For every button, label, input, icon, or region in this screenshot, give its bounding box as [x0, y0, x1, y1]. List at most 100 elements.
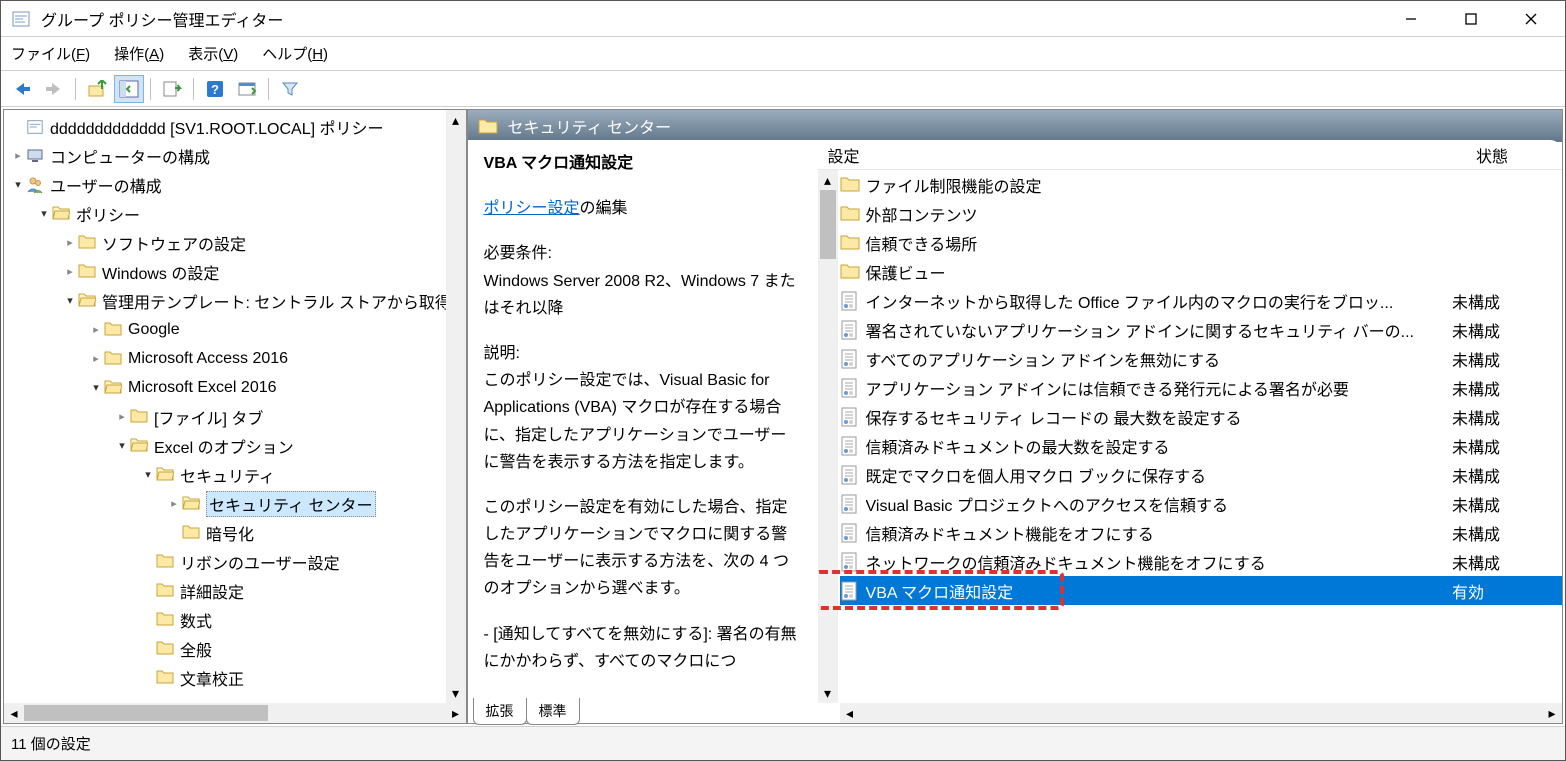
list-row[interactable]: ファイル制限機能の設定 — [840, 170, 1562, 199]
tree-item-admin[interactable]: ▾ 管理用テンプレート: セントラル ストアから取得 — [4, 286, 466, 315]
window-title: グループ ポリシー管理エディター — [41, 7, 1381, 31]
up-level-button[interactable] — [82, 75, 112, 103]
tree-item-windows[interactable]: ▸ Windows の設定 — [4, 257, 466, 286]
tree-vertical-scrollbar[interactable]: ▴ ▾ — [446, 110, 466, 703]
list-row[interactable]: 署名されていないアプリケーション アドインに関するセキュリティ バーの...未構… — [840, 315, 1562, 344]
tree-item-label: 管理用テンプレート: セントラル ストアから取得 — [102, 289, 451, 313]
menu-help[interactable]: ヘルプ(H) — [262, 43, 328, 64]
tree-item-software[interactable]: ▸ソフトウェアの設定 — [4, 228, 466, 257]
scroll-left-icon[interactable]: ◂ — [4, 703, 24, 723]
tree-item-label: ddddddddddddd [SV1.ROOT.LOCAL] ポリシー — [50, 115, 384, 139]
scroll-up-icon[interactable]: ▴ — [446, 110, 466, 130]
column-state-header[interactable]: 状態 — [1422, 143, 1562, 167]
folder-icon — [840, 233, 860, 253]
tree-node-icon — [156, 669, 174, 687]
expand-icon[interactable]: ▸ — [88, 323, 104, 336]
setting-icon — [840, 465, 860, 485]
properties-button[interactable] — [232, 75, 262, 103]
tree-item-filetab[interactable]: ▸[ファイル] タブ — [4, 402, 466, 431]
list-row[interactable]: 外部コンテンツ — [840, 199, 1562, 228]
tree-item-google[interactable]: ▸Google — [4, 315, 466, 344]
folder-icon — [840, 204, 860, 224]
expand-icon[interactable]: ▾ — [10, 178, 26, 191]
tree-node-icon — [182, 524, 200, 542]
tree-item-seccenter[interactable]: ▸セキュリティ センター — [4, 489, 466, 518]
setting-name: 署名されていないアプリケーション アドインに関するセキュリティ バーの... — [866, 318, 1422, 342]
list-row[interactable]: 保存するセキュリティ レコードの 最大数を設定する未構成 — [840, 402, 1562, 431]
list-row[interactable]: Visual Basic プロジェクトへのアクセスを信頼する未構成 — [840, 489, 1562, 518]
expand-icon[interactable]: ▸ — [166, 497, 182, 510]
maximize-button[interactable] — [1441, 1, 1501, 37]
back-button[interactable] — [7, 75, 37, 103]
list-row[interactable]: 既定でマクロを個人用マクロ ブックに保存する未構成 — [840, 460, 1562, 489]
list-row[interactable]: すべてのアプリケーション アドインを無効にする未構成 — [840, 344, 1562, 373]
list-row[interactable]: 信頼済みドキュメント機能をオフにする未構成 — [840, 518, 1562, 547]
tree-item-security[interactable]: ▾セキュリティ — [4, 460, 466, 489]
expand-icon[interactable]: ▸ — [62, 236, 78, 249]
tree-item-user[interactable]: ▾ユーザーの構成 — [4, 170, 466, 199]
tree-node-icon — [182, 495, 200, 513]
tree-item-detail[interactable]: 詳細設定 — [4, 576, 466, 605]
list-row[interactable]: 信頼できる場所 — [840, 228, 1562, 257]
setting-icon — [840, 320, 860, 340]
list-row[interactable]: 信頼済みドキュメントの最大数を設定する未構成 — [840, 431, 1562, 460]
help-button[interactable]: ? — [200, 75, 230, 103]
expand-icon[interactable]: ▸ — [114, 410, 130, 423]
minimize-button[interactable] — [1381, 1, 1441, 37]
tree-item-computer[interactable]: ▸コンピューターの構成 — [4, 141, 466, 170]
tree-node-icon — [78, 263, 96, 281]
menu-action[interactable]: 操作(A) — [114, 43, 164, 64]
list-row[interactable]: VBA マクロ通知設定有効 — [840, 576, 1562, 605]
tree-item-label: Windows の設定 — [102, 260, 219, 284]
setting-name: 既定でマクロを個人用マクロ ブックに保存する — [866, 463, 1422, 487]
setting-name: 信頼できる場所 — [866, 231, 1422, 255]
tree-item-proof[interactable]: 文章校正 — [4, 663, 466, 692]
list-row[interactable]: アプリケーション アドインには信頼できる発行元による署名が必要未構成 — [840, 373, 1562, 402]
tree-item-excel[interactable]: ▾Microsoft Excel 2016 — [4, 373, 466, 402]
list-row[interactable]: 保護ビュー — [840, 257, 1562, 286]
setting-state: 未構成 — [1422, 521, 1562, 545]
expand-icon[interactable]: ▾ — [62, 294, 78, 307]
expand-icon[interactable]: ▾ — [114, 439, 130, 452]
tree-item-root[interactable]: ddddddddddddd [SV1.ROOT.LOCAL] ポリシー — [4, 112, 466, 141]
setting-state: 未構成 — [1422, 376, 1562, 400]
column-setting-header[interactable]: 設定 — [818, 143, 1422, 167]
expand-icon[interactable]: ▸ — [62, 265, 78, 278]
menu-view[interactable]: 表示(V) — [188, 43, 238, 64]
tree-horizontal-scrollbar[interactable]: ◂ ▸ — [4, 703, 466, 723]
export-list-button[interactable] — [157, 75, 187, 103]
description-column: VBA マクロ通知設定 ポリシー設定の編集 必要条件:Windows Serve… — [468, 140, 818, 723]
expand-icon[interactable]: ▾ — [88, 381, 104, 394]
tree-item-access[interactable]: ▸ Microsoft Access 2016 — [4, 344, 466, 373]
tree-item-policy[interactable]: ▾ ポリシー — [4, 199, 466, 228]
expand-icon[interactable]: ▸ — [88, 352, 104, 365]
policy-setting-edit-link[interactable]: ポリシー設定 — [484, 200, 580, 217]
filter-button[interactable] — [275, 75, 305, 103]
expand-icon[interactable]: ▾ — [36, 207, 52, 220]
menu-file[interactable]: ファイル(F) — [11, 43, 90, 64]
tree-node-icon — [156, 640, 174, 658]
folder-icon — [840, 262, 860, 282]
list-row[interactable]: ネットワークの信頼済みドキュメント機能をオフにする未構成 — [840, 547, 1562, 576]
tree-item-general[interactable]: 全般 — [4, 634, 466, 663]
expand-icon[interactable]: ▸ — [10, 149, 26, 162]
forward-button[interactable] — [39, 75, 69, 103]
tree-item-ribbon[interactable]: リボンのユーザー設定 — [4, 547, 466, 576]
list-row[interactable]: インターネットから取得した Office ファイル内のマクロの実行をブロッ...… — [840, 286, 1562, 315]
list-horizontal-scrollbar[interactable]: ◂▸ — [840, 703, 1562, 723]
setting-name: アプリケーション アドインには信頼できる発行元による署名が必要 — [866, 376, 1422, 400]
tab-standard[interactable]: 標準 — [526, 698, 580, 725]
setting-name: ファイル制限機能の設定 — [866, 173, 1422, 197]
show-hide-tree-button[interactable] — [114, 75, 144, 103]
scroll-right-icon[interactable]: ▸ — [446, 703, 466, 723]
tab-extended[interactable]: 拡張 — [473, 698, 527, 725]
tree-item-label: ポリシー — [76, 202, 140, 226]
close-button[interactable] — [1501, 1, 1561, 37]
tree-item-label: Microsoft Access 2016 — [128, 350, 288, 368]
tree-item-crypto[interactable]: 暗号化 — [4, 518, 466, 547]
scroll-down-icon[interactable]: ▾ — [446, 683, 466, 703]
expand-icon[interactable]: ▾ — [140, 468, 156, 481]
tree-item-formula[interactable]: 数式 — [4, 605, 466, 634]
setting-icon — [840, 407, 860, 427]
tree-item-excelopt[interactable]: ▾Excel のオプション — [4, 431, 466, 460]
